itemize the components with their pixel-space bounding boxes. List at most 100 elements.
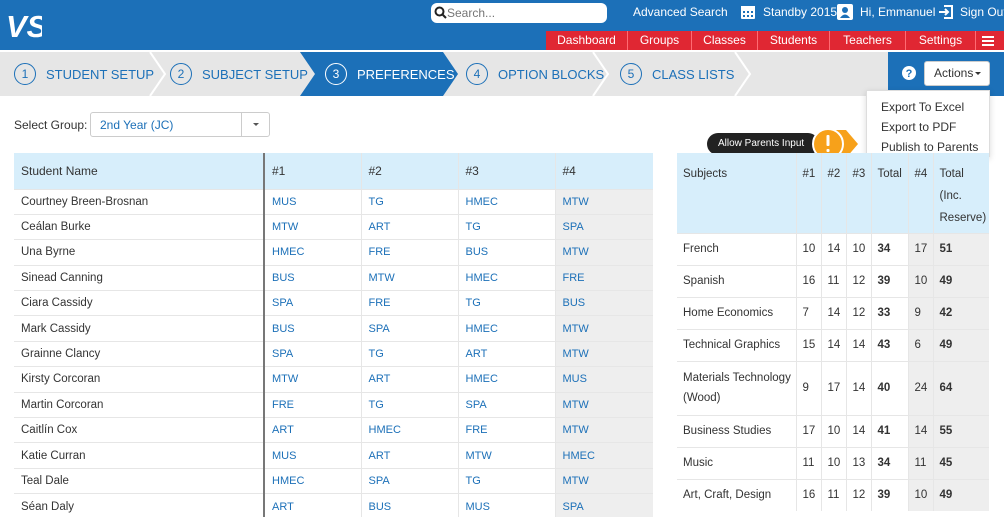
pref-1-count: 16 <box>795 478 821 511</box>
preference-cell-1[interactable]: MTW <box>263 366 361 393</box>
table-row: Home Economics 7 14 12 33 9 42 <box>677 296 989 329</box>
preference-cell-1[interactable]: FRE <box>263 391 361 418</box>
preference-cell-1[interactable]: BUS <box>263 315 361 342</box>
col-pref-3: #3 <box>845 153 871 233</box>
preference-cell-4[interactable]: MUS <box>554 366 653 393</box>
preference-cell-4[interactable]: MTW <box>554 467 653 494</box>
preference-cell-4[interactable]: FRE <box>554 264 653 291</box>
step-student-setup[interactable]: 1 STUDENT SETUP <box>14 52 154 96</box>
pref-3-count: 14 <box>845 414 871 447</box>
nav-students[interactable]: Students <box>758 31 830 50</box>
nav-groups[interactable]: Groups <box>628 31 692 50</box>
preference-cell-1[interactable]: MUS <box>263 188 361 215</box>
preference-cell-1[interactable]: HMEC <box>263 239 361 266</box>
subject-name-cell: Art, Craft, Design <box>677 478 796 511</box>
chevron-down-icon <box>253 123 259 126</box>
preference-cell-2[interactable]: HMEC <box>360 417 458 443</box>
signout-link[interactable]: Sign Out <box>960 5 1004 19</box>
preference-cell-2[interactable]: BUS <box>360 493 458 517</box>
preference-cell-4[interactable]: HMEC <box>554 442 653 469</box>
preference-cell-4[interactable]: MTW <box>554 391 653 418</box>
preference-cell-3[interactable]: SPA <box>457 391 555 418</box>
preference-cell-1[interactable]: SPA <box>263 290 361 316</box>
nav-classes[interactable]: Classes <box>692 31 758 50</box>
total-count: 40 <box>870 360 908 415</box>
preference-cell-4[interactable]: MTW <box>554 340 653 367</box>
preference-cell-3[interactable]: TG <box>457 467 555 494</box>
preference-cell-2[interactable]: ART <box>360 213 458 240</box>
menu-export-pdf[interactable]: Export to PDF <box>867 117 989 137</box>
step-class-lists[interactable]: 5 CLASS LISTS <box>620 52 734 96</box>
preference-cell-2[interactable]: TG <box>360 340 458 367</box>
vs-logo[interactable]: VS <box>6 10 42 42</box>
search-box[interactable] <box>431 3 607 23</box>
preference-cell-2[interactable]: TG <box>360 391 458 418</box>
preference-cell-2[interactable]: MTW <box>360 264 458 291</box>
preference-cell-4[interactable]: MTW <box>554 188 653 215</box>
step-option-blocks[interactable]: 4 OPTION BLOCKS <box>466 52 604 96</box>
preference-cell-1[interactable]: ART <box>263 493 361 517</box>
preference-cell-2[interactable]: TG <box>360 188 458 215</box>
nav-teachers[interactable]: Teachers <box>830 31 906 50</box>
preference-cell-3[interactable]: MTW <box>457 442 555 469</box>
preference-cell-3[interactable]: ART <box>457 340 555 367</box>
select-group-value: 2nd Year (JC) <box>100 118 174 132</box>
pref-2-count: 11 <box>820 478 846 511</box>
preference-cell-4[interactable]: SPA <box>554 493 653 517</box>
nav-settings[interactable]: Settings <box>906 31 976 50</box>
preference-cell-1[interactable]: MTW <box>263 213 361 240</box>
preference-cell-3[interactable]: HMEC <box>457 315 555 342</box>
table-row: Grainne Clancy SPA TG ART MTW <box>14 340 653 367</box>
pref-1-count: 16 <box>795 264 821 297</box>
preference-cell-2[interactable]: SPA <box>360 467 458 494</box>
preference-cell-2[interactable]: ART <box>360 442 458 469</box>
table-row: Katie Curran MUS ART MTW HMEC <box>14 442 653 469</box>
preference-cell-3[interactable]: MUS <box>457 493 555 517</box>
step-subject-setup[interactable]: 2 SUBJECT SETUP <box>170 52 308 96</box>
help-icon[interactable]: ? <box>902 66 916 80</box>
preference-cell-3[interactable]: TG <box>457 213 555 240</box>
preference-cell-4[interactable]: BUS <box>554 290 653 316</box>
preference-cell-1[interactable]: HMEC <box>263 467 361 494</box>
col-subjects: Subjects <box>677 153 796 233</box>
preference-cell-2[interactable]: SPA <box>360 315 458 342</box>
pref-2-count: 17 <box>820 360 846 415</box>
table-header-row: Student Name #1 #2 #3 #4 <box>14 153 653 189</box>
preference-cell-4[interactable]: MTW <box>554 315 653 342</box>
preference-cell-2[interactable]: ART <box>360 366 458 393</box>
preference-cell-1[interactable]: BUS <box>263 264 361 291</box>
standby-label[interactable]: Standby 2015 <box>763 5 837 19</box>
preference-cell-2[interactable]: FRE <box>360 239 458 266</box>
svg-text:?: ? <box>906 68 913 80</box>
preference-cell-3[interactable]: BUS <box>457 239 555 266</box>
search-input[interactable] <box>447 4 597 21</box>
preference-cell-1[interactable]: MUS <box>263 442 361 469</box>
select-group-dropdown[interactable]: 2nd Year (JC) <box>90 112 270 137</box>
preference-cell-3[interactable]: HMEC <box>457 188 555 215</box>
hamburger-icon[interactable] <box>976 31 1000 50</box>
nav-dashboard[interactable]: Dashboard <box>546 31 628 50</box>
pref-4-count: 6 <box>907 328 933 361</box>
menu-export-excel[interactable]: Export To Excel <box>867 97 989 117</box>
step-preferences[interactable]: 3 PREFERENCES <box>325 52 455 96</box>
search-icon[interactable] <box>434 6 447 19</box>
preference-cell-2[interactable]: FRE <box>360 290 458 316</box>
preference-cell-4[interactable]: MTW <box>554 417 653 443</box>
preference-cell-1[interactable]: SPA <box>263 340 361 367</box>
preference-cell-4[interactable]: SPA <box>554 213 653 240</box>
preference-cell-3[interactable]: HMEC <box>457 366 555 393</box>
preference-cell-3[interactable]: HMEC <box>457 264 555 291</box>
actions-button[interactable]: Actions <box>924 61 990 86</box>
pref-3-count: 10 <box>845 232 871 265</box>
preference-cell-1[interactable]: ART <box>263 417 361 443</box>
user-greeting[interactable]: Hi, Emmanuel <box>860 5 935 19</box>
student-name-cell: Caitlín Cox <box>14 417 264 443</box>
total-reserve-count: 49 <box>932 264 989 297</box>
user-icon <box>837 4 853 20</box>
preference-cell-3[interactable]: FRE <box>457 417 555 443</box>
preference-cell-3[interactable]: TG <box>457 290 555 316</box>
preference-cell-4[interactable]: MTW <box>554 239 653 266</box>
subject-name-cell: Home Economics <box>677 296 796 329</box>
allow-parents-toggle[interactable]: Allow Parents Input <box>707 133 819 155</box>
advanced-search-link[interactable]: Advanced Search <box>633 5 728 19</box>
